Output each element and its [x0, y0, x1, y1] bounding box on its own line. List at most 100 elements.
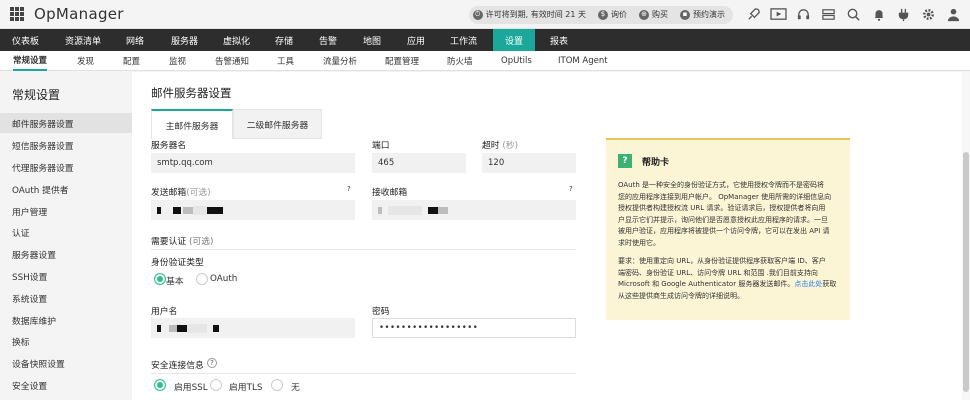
buy-link[interactable]: 购买	[652, 9, 668, 20]
sidebar-item-mail-server[interactable]: 邮件服务器设置	[0, 113, 132, 133]
redacted-text	[169, 324, 177, 332]
help-line: 被用户验证，应用程序将被提供一个访问令牌，它可以在发出 API 请	[618, 227, 830, 236]
auth-basic-radio[interactable]	[154, 273, 166, 285]
user-avatar-icon[interactable]	[945, 6, 962, 23]
nav-item-reports[interactable]: 报表	[535, 29, 585, 51]
subnav-oputils[interactable]: OpUtils	[501, 51, 532, 71]
scrollbar-thumb[interactable]	[963, 152, 969, 392]
subnav-discovery[interactable]: 发现	[77, 51, 94, 71]
redacted-text	[157, 206, 161, 214]
nav-item-network[interactable]: 网络	[114, 29, 159, 51]
subnav-flow-analysis[interactable]: 流量分析	[323, 51, 357, 71]
to-email-help-icon[interactable]: ?	[569, 185, 573, 193]
redacted-text	[388, 205, 422, 215]
sidebar-item-proxy-server[interactable]: 代理服务器设置	[0, 157, 132, 177]
tab-primary-mail-server[interactable]: 主邮件服务器	[151, 109, 233, 139]
password-input[interactable]: ••••••••••••••••••	[372, 318, 576, 338]
nav-item-inventory[interactable]: 资源清单	[53, 29, 114, 51]
bell-icon[interactable]	[870, 6, 887, 23]
help-click-here-link[interactable]: 点击此处	[794, 280, 822, 288]
auth-type-label: 身份验证类型	[151, 258, 204, 268]
redacted-text	[428, 206, 438, 214]
auth-optional-text: (可选)	[189, 237, 214, 247]
app-grid-icon[interactable]	[10, 7, 24, 21]
server-name-input[interactable]: smtp.qq.com	[151, 153, 355, 173]
subnav-itom-agent[interactable]: ITOM Agent	[558, 51, 608, 71]
none-label[interactable]: 无	[291, 380, 300, 393]
ssl-label[interactable]: 启用SSL	[174, 380, 208, 393]
quote-link[interactable]: 询价	[611, 9, 627, 20]
nav-item-alarms[interactable]: 告警	[307, 29, 351, 51]
help-line-text: Microsoft 和 Google Authenticator 服务器发送邮件…	[618, 280, 795, 289]
subnav-firewall[interactable]: 防火墙	[447, 51, 473, 71]
sidebar-item-authentication[interactable]: 认证	[0, 222, 132, 242]
auth-oauth-radio[interactable]	[196, 273, 208, 285]
nav-item-maps[interactable]: 地图	[351, 29, 395, 51]
help-line: 户显示它们并提示，询问他们是否愿意授权此应用程序的请求。一旦	[618, 215, 828, 224]
sidebar-item-server-settings[interactable]: 服务器设置	[0, 244, 132, 264]
nav-item-virtualization[interactable]: 虚拟化	[211, 29, 263, 51]
auth-basic-label[interactable]: 基本	[166, 274, 184, 287]
sidebar-item-oauth-provider[interactable]: OAuth 提供者	[0, 179, 132, 199]
subnav-tools[interactable]: 工具	[277, 51, 294, 71]
timeout-input[interactable]: 120	[482, 153, 576, 173]
top-right-area: ⏱ 许可将到期, 有效时间 21 天 $ 询价 ⊕ 购买 ▪ 预约演示	[468, 0, 962, 29]
tls-label[interactable]: 启用TLS	[229, 380, 262, 393]
search-icon[interactable]	[845, 6, 862, 23]
main-content: 邮件服务器设置 主邮件服务器 二级邮件服务器 服务器名 smtp.qq.com …	[132, 72, 970, 400]
from-email-help-icon[interactable]: ?	[347, 185, 351, 193]
sidebar-item-rebranding[interactable]: 换标	[0, 331, 132, 351]
plugin-icon[interactable]	[895, 6, 912, 23]
headset-icon[interactable]	[795, 6, 812, 23]
device-list-icon[interactable]	[820, 6, 837, 23]
subnav-notifications[interactable]: 告警通知	[215, 51, 249, 71]
nav-item-dashboard[interactable]: 仪表板	[0, 29, 53, 51]
sidebar-item-system-settings[interactable]: 系统设置	[0, 288, 132, 308]
none-radio[interactable]	[271, 379, 283, 391]
gear-icon[interactable]	[920, 6, 937, 23]
nav-item-workflow[interactable]: 工作流	[438, 29, 493, 51]
subnav-general-settings[interactable]: 常规设置	[13, 51, 48, 71]
sidebar-item-user-management[interactable]: 用户管理	[0, 201, 132, 221]
help-line: 求时使用它。	[618, 238, 660, 247]
cart-icon: ⊕	[639, 9, 649, 20]
secure-connection-help-icon[interactable]: ?	[207, 358, 217, 368]
rocket-icon[interactable]	[745, 6, 762, 23]
from-email-input[interactable]	[151, 200, 355, 220]
nav-item-apps[interactable]: 应用	[395, 29, 438, 51]
video-screen-icon[interactable]	[770, 6, 787, 23]
ssl-radio[interactable]	[154, 379, 166, 391]
nav-item-servers[interactable]: 服务器	[159, 29, 211, 51]
demo-link[interactable]: 预约演示	[693, 9, 725, 20]
sidebar-item-sms-server[interactable]: 短信服务器设置	[0, 135, 132, 155]
nav-item-storage[interactable]: 存储	[263, 29, 307, 51]
tls-radio[interactable]	[210, 379, 222, 391]
sidebar-item-device-snapshot[interactable]: 设备快照设置	[0, 353, 132, 373]
redacted-text	[177, 324, 187, 332]
sidebar-item-security-settings[interactable]: 安全设置	[0, 375, 132, 395]
subnav-monitoring[interactable]: 监视	[169, 51, 186, 71]
main-nav: 仪表板 资源清单 网络 服务器 虚拟化 存储 告警 地图 应用 工作流 设置 报…	[0, 29, 970, 51]
to-email-input[interactable]	[372, 200, 576, 220]
port-label: 端口	[372, 141, 390, 151]
sidebar-item-ssh-settings[interactable]: SSH设置	[0, 266, 132, 286]
vertical-scrollbar[interactable]	[962, 72, 970, 400]
subnav-config-management[interactable]: 配置管理	[385, 51, 419, 71]
help-card-title: 帮助卡	[642, 158, 670, 168]
redacted-text	[213, 324, 219, 332]
subnav-configuration[interactable]: 配置	[123, 51, 140, 71]
page-title: 邮件服务器设置	[151, 86, 232, 100]
sidebar-item-database-maintenance[interactable]: 数据库维护	[0, 310, 132, 330]
redacted-text	[157, 324, 161, 332]
tab-secondary-mail-server[interactable]: 二级邮件服务器	[233, 109, 322, 139]
auth-oauth-label[interactable]: OAuth	[210, 274, 237, 284]
app-name[interactable]: OpManager	[34, 5, 124, 23]
port-input[interactable]: 465	[372, 153, 466, 173]
help-line-tail: 获取	[822, 280, 837, 289]
redacted-text	[173, 206, 181, 214]
top-icon-group	[745, 6, 962, 23]
nav-item-settings[interactable]: 设置	[493, 29, 535, 51]
sidebar-title: 常规设置	[12, 88, 61, 102]
auth-required-label: 需要认证 (可选)	[151, 234, 213, 247]
username-input[interactable]	[151, 318, 355, 338]
